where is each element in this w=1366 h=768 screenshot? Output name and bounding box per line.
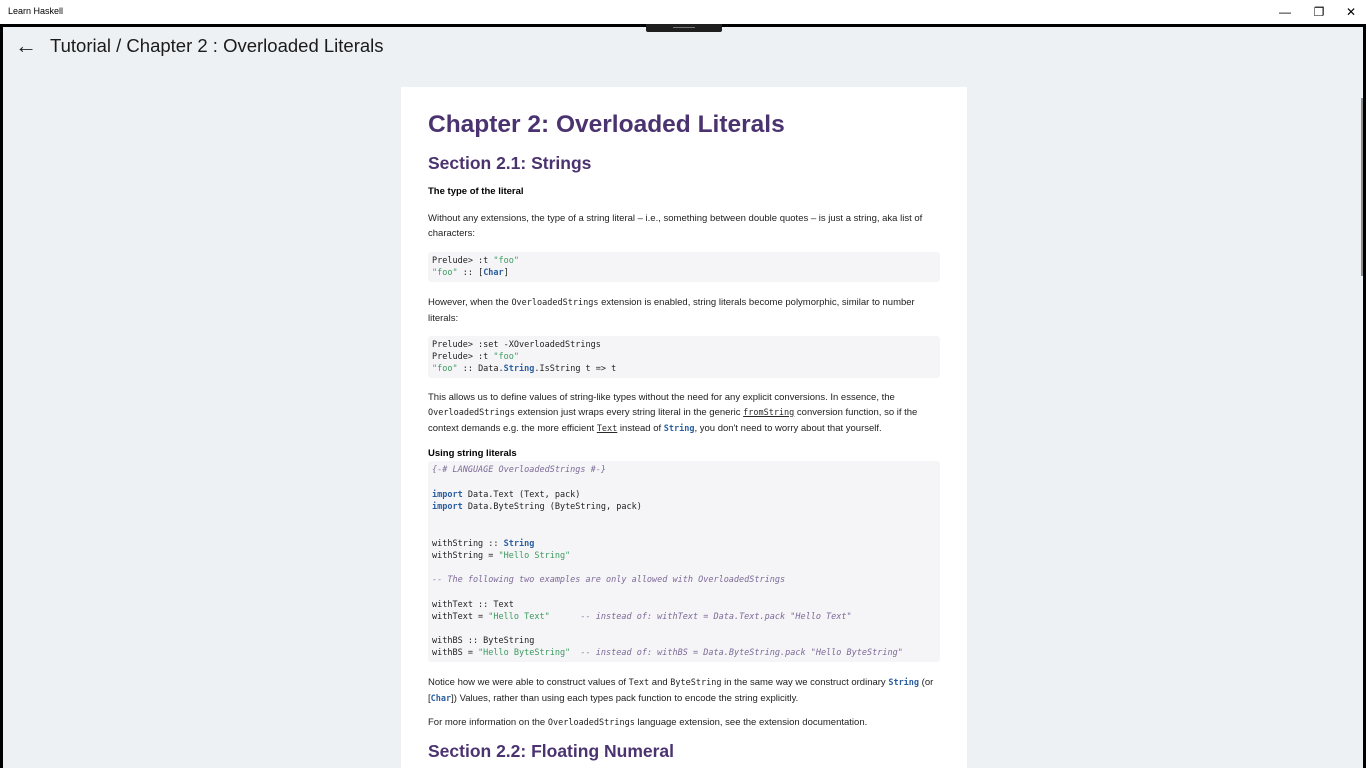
code-block-2: Prelude> :set -XOverloadedStrings Prelud… xyxy=(428,336,940,378)
code-text: withString = xyxy=(432,551,499,561)
code-keyword: import xyxy=(432,490,463,500)
code-text: Prelude> :t xyxy=(432,256,494,266)
minimize-button[interactable]: — xyxy=(1274,3,1296,21)
text: For more information on the xyxy=(428,717,548,728)
text: in the same way we construct ordinary xyxy=(721,677,889,688)
inline-code: OverloadedStrings xyxy=(511,298,599,308)
paragraph-notice: Notice how we were able to construct val… xyxy=(428,675,942,707)
code-block-3: {-# LANGUAGE OverloadedStrings #-} impor… xyxy=(428,461,940,662)
code-string: "foo" xyxy=(432,268,458,278)
code-line: Prelude> :set -XOverloadedStrings xyxy=(432,340,601,350)
inline-code: Text xyxy=(628,678,650,688)
code-comment: -- instead of: withText = Data.Text.pack… xyxy=(549,612,852,622)
text: function to encode the string explicitly… xyxy=(635,693,799,704)
fromstring-link[interactable]: fromString xyxy=(743,408,794,418)
document-card: Chapter 2: Overloaded Literals Section 2… xyxy=(401,87,967,768)
paragraph-intro: Without any extensions, the type of a st… xyxy=(428,213,923,239)
code-type: Char xyxy=(483,268,504,278)
code-type: String xyxy=(503,539,535,549)
code-text: Data.ByteString (ByteString, pack) xyxy=(462,502,642,512)
code-keyword: import xyxy=(432,502,463,512)
restore-button[interactable]: ❐ xyxy=(1308,3,1330,21)
code-string: "foo" xyxy=(493,256,520,266)
code-comment: -- The following two examples are only a… xyxy=(432,575,786,585)
code-string: "foo" xyxy=(432,364,458,374)
inline-code: ByteString xyxy=(670,678,722,688)
text: Notice how we were able to construct val… xyxy=(428,677,629,688)
section-heading-strings: Section 2.1: Strings xyxy=(428,153,592,173)
code-block-1: Prelude> :t "foo" "foo" :: [Char] xyxy=(428,252,940,282)
chapter-heading: Chapter 2: Overloaded Literals xyxy=(428,111,785,138)
code-text: Data.Text (Text, pack) xyxy=(462,490,581,500)
inline-type: String xyxy=(663,424,695,434)
inline-type: Char xyxy=(430,694,452,704)
text: This allows us to define values of strin… xyxy=(428,392,895,403)
paragraph-fromstring: This allows us to define values of strin… xyxy=(428,390,942,437)
code-comment: -- instead of: withBS = Data.ByteString.… xyxy=(570,648,903,658)
inline-code: OverloadedStrings xyxy=(428,408,515,418)
app-title: Learn Haskell xyxy=(8,6,64,16)
text-link[interactable]: Text xyxy=(597,424,617,434)
code-text: Prelude> :t xyxy=(432,352,494,362)
text: and xyxy=(649,677,671,688)
code-line: withText :: Text xyxy=(432,600,514,610)
back-arrow-icon[interactable]: ← xyxy=(11,31,41,61)
close-button[interactable]: ✕ xyxy=(1340,3,1362,21)
code-line: withBS :: ByteString xyxy=(432,636,535,646)
code-string: "foo" xyxy=(493,352,520,362)
text: However, when the xyxy=(428,297,512,308)
subheading-using-literals: Using string literals xyxy=(428,448,517,459)
title-bar: Learn Haskell — ❐ ✕ xyxy=(0,0,1366,24)
text: pack xyxy=(615,693,636,704)
inline-type: String xyxy=(888,678,920,688)
code-text: .IsString t => t xyxy=(534,364,617,374)
window-frame-left xyxy=(0,24,3,768)
code-string: "Hello Text" xyxy=(488,612,550,622)
page-header: ← Tutorial / Chapter 2 : Overloaded Lite… xyxy=(3,27,1363,67)
text: language extension, see the extension do… xyxy=(634,717,868,728)
code-text: ] xyxy=(503,268,509,278)
page-title: Tutorial / Chapter 2 : Overloaded Litera… xyxy=(50,35,384,56)
code-string: "Hello ByteString" xyxy=(478,648,571,658)
paragraph-overloaded: However, when the OverloadedStrings exte… xyxy=(428,295,942,326)
text: extension just wraps every string litera… xyxy=(515,407,744,418)
text: , you don't need to worry about that you… xyxy=(694,423,882,434)
code-text: withString :: xyxy=(432,539,504,549)
scrollbar-thumb[interactable] xyxy=(1361,98,1363,276)
code-pragma: {-# LANGUAGE OverloadedStrings #-} xyxy=(432,465,606,475)
code-type: String xyxy=(503,364,535,374)
code-text: :: [ xyxy=(457,268,484,278)
text: ]) Values, rather than using each types xyxy=(451,693,616,704)
code-string: "Hello String" xyxy=(498,551,571,561)
code-text: :: Data. xyxy=(457,364,504,374)
paragraph-more-info: For more information on the OverloadedSt… xyxy=(428,715,942,731)
code-text: withText = xyxy=(432,612,489,622)
section-heading-floating: Section 2.2: Floating Numeral xyxy=(428,741,675,761)
inline-code: OverloadedStrings xyxy=(547,718,635,728)
text: instead of xyxy=(617,423,664,434)
code-text: withBS = xyxy=(432,648,479,658)
subheading-type-of-literal: The type of the literal xyxy=(428,186,524,197)
